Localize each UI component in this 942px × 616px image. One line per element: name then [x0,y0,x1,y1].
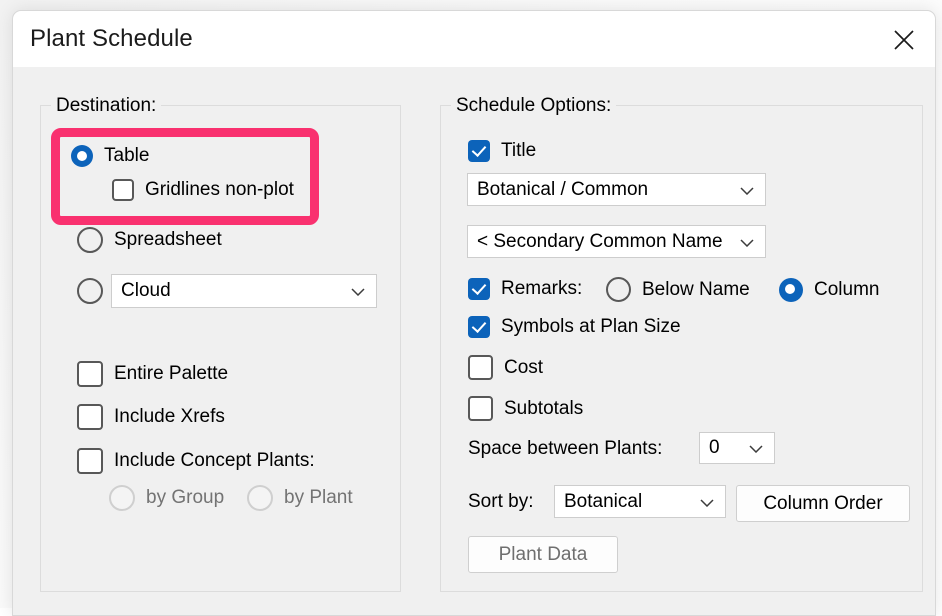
radio-row-column[interactable]: Column [779,278,879,302]
by-plant-label: by Plant [284,487,353,509]
include-xrefs-label: Include Xrefs [114,406,225,428]
by-plant-radio[interactable] [247,485,273,511]
checkbox-row-include-xrefs[interactable]: Include Xrefs [77,404,225,430]
include-xrefs-checkbox[interactable] [77,404,103,430]
sort-by-row: Sort by: [468,491,533,513]
radio-row-spreadsheet[interactable]: Spreadsheet [77,227,222,253]
chevron-down-icon [740,239,754,247]
page-title: Plant Schedule [30,25,193,53]
gridlines-non-plot-checkbox[interactable] [112,179,134,201]
name-format-combo[interactable]: Botanical / Common [467,173,766,206]
chevron-down-icon [700,499,714,507]
below-name-radio[interactable] [606,277,631,302]
radio-row-cloud[interactable] [77,278,103,304]
spreadsheet-radio[interactable] [77,227,103,253]
close-icon [892,28,916,52]
table-radio-label: Table [104,145,149,167]
name-format-combo-value: Botanical / Common [477,179,648,201]
destination-group-label: Destination: [51,95,161,117]
schedule-options-group-label: Schedule Options: [451,95,616,117]
column-order-button-label: Column Order [763,493,882,515]
plant-schedule-dialog: Plant Schedule Destination: Table Gridli… [12,10,936,616]
chevron-down-icon [351,288,365,296]
space-between-plants-row: Space between Plants: [468,438,662,460]
space-between-plants-value: 0 [709,437,720,459]
radio-row-by-plant[interactable]: by Plant [247,485,353,511]
checkbox-row-remarks[interactable]: Remarks: [468,278,582,300]
by-group-label: by Group [146,487,224,509]
column-label: Column [814,279,879,301]
secondary-name-combo-value: < Secondary Common Name [477,231,723,253]
cost-label: Cost [504,357,543,379]
entire-palette-checkbox[interactable] [77,361,103,387]
cost-checkbox[interactable] [468,355,493,380]
remarks-label: Remarks: [501,278,582,300]
title-checkbox[interactable] [468,140,490,162]
plant-data-button[interactable]: Plant Data [468,536,618,573]
remarks-checkbox[interactable] [468,278,490,300]
checkbox-row-gridlines[interactable]: Gridlines non-plot [112,179,294,201]
radio-row-table[interactable]: Table [71,145,149,167]
space-between-plants-label: Space between Plants: [468,438,662,460]
cloud-combo[interactable]: Cloud [111,274,377,308]
radio-row-below-name[interactable]: Below Name [606,277,750,302]
sort-by-combo[interactable]: Botanical [554,485,726,518]
checkbox-row-title[interactable]: Title [468,140,536,162]
checkbox-row-entire-palette[interactable]: Entire Palette [77,361,228,387]
below-name-label: Below Name [642,279,750,301]
checkbox-row-subtotals[interactable]: Subtotals [468,396,583,421]
column-order-button[interactable]: Column Order [736,485,910,522]
gridlines-non-plot-label: Gridlines non-plot [145,179,294,201]
sort-by-value: Botanical [564,491,642,513]
checkbox-row-cost[interactable]: Cost [468,355,543,380]
checkbox-row-symbols[interactable]: Symbols at Plan Size [468,316,681,338]
space-between-plants-combo[interactable]: 0 [699,432,775,464]
plant-data-button-label: Plant Data [499,544,588,566]
radio-row-by-group[interactable]: by Group [109,485,224,511]
subtotals-label: Subtotals [504,398,583,420]
column-radio[interactable] [779,278,803,302]
cloud-combo-value: Cloud [121,280,171,302]
symbols-at-plan-size-label: Symbols at Plan Size [501,316,681,338]
include-concept-plants-checkbox[interactable] [77,448,103,474]
include-concept-plants-label: Include Concept Plants: [114,450,315,472]
entire-palette-label: Entire Palette [114,363,228,385]
close-button[interactable] [873,11,935,67]
symbols-at-plan-size-checkbox[interactable] [468,316,490,338]
chevron-down-icon [749,445,763,453]
by-group-radio[interactable] [109,485,135,511]
chevron-down-icon [740,187,754,195]
dialog-titlebar: Plant Schedule [13,11,935,67]
title-label: Title [501,140,536,162]
subtotals-checkbox[interactable] [468,396,493,421]
secondary-name-combo[interactable]: < Secondary Common Name [467,225,766,258]
sort-by-label: Sort by: [468,491,533,513]
spreadsheet-radio-label: Spreadsheet [114,229,222,251]
cloud-radio[interactable] [77,278,103,304]
checkbox-row-include-concept-plants[interactable]: Include Concept Plants: [77,448,315,474]
table-radio[interactable] [71,145,93,167]
